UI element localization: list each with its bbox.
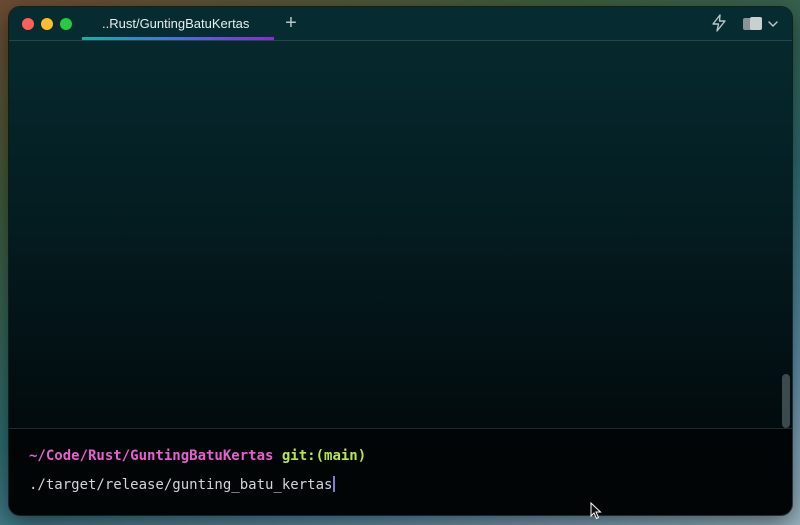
new-tab-button[interactable]: + xyxy=(281,13,301,33)
text-cursor xyxy=(333,476,336,492)
maximize-icon[interactable] xyxy=(60,18,72,30)
tab-active[interactable]: ..Rust/GuntingBatuKertas xyxy=(82,7,274,40)
panes-icon xyxy=(743,17,762,30)
tab-title: ..Rust/GuntingBatuKertas xyxy=(102,16,250,31)
tab-active-indicator xyxy=(82,37,274,40)
title-bar: ..Rust/GuntingBatuKertas + xyxy=(9,7,792,41)
command-input[interactable]: ./target/release/gunting_batu_kertas xyxy=(29,476,336,493)
input-block[interactable]: ~/Code/Rust/GuntingBatuKertas git:(main)… xyxy=(9,429,792,515)
plus-icon: + xyxy=(285,12,297,34)
scrollbar-thumb[interactable] xyxy=(782,374,790,428)
command-text: ./target/release/gunting_batu_kertas xyxy=(29,477,333,493)
prompt-line: ~/Code/Rust/GuntingBatuKertas git:(main) xyxy=(29,448,366,464)
lightning-bolt-icon[interactable] xyxy=(710,14,728,32)
mouse-pointer-icon xyxy=(590,501,602,520)
minimize-icon[interactable] xyxy=(41,18,53,30)
prompt-path: ~/Code/Rust/GuntingBatuKertas xyxy=(29,448,274,464)
chevron-down-icon xyxy=(768,21,778,27)
close-icon[interactable] xyxy=(22,18,34,30)
prompt-git-branch: git:(main) xyxy=(281,448,367,464)
terminal-window: ..Rust/GuntingBatuKertas + ~/Code/Rust/G… xyxy=(9,7,792,515)
terminal-output-area[interactable] xyxy=(9,41,792,428)
panes-menu-button[interactable] xyxy=(742,15,782,33)
